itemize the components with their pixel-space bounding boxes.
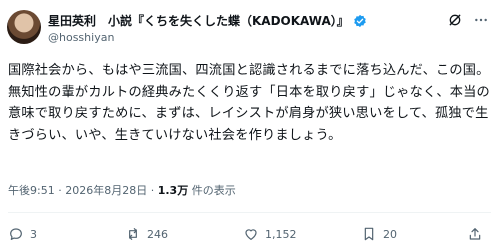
tweet-meta: 午後9:51 · 2026年8月28日 · 1.3万 件の表示 [8,182,236,198]
tweet-date[interactable]: 2026年8月28日 [65,184,147,197]
bookmark-icon [364,227,374,241]
tweet-top-actions [447,12,489,28]
bookmark-button[interactable]: 20 [361,226,397,242]
like-icon [245,229,257,240]
verified-badge-icon [354,14,366,27]
meta-separator: · [54,184,66,197]
more-icon[interactable] [473,12,489,28]
avatar[interactable] [7,10,41,44]
repost-icon [129,228,137,240]
grok-icon[interactable] [447,12,463,28]
repost-count: 246 [147,227,168,241]
like-button[interactable]: 1,152 [243,226,297,242]
action-bar: 3 246 1,152 20 [8,226,491,246]
share-button[interactable] [467,226,483,242]
views-label: 件の表示 [188,184,236,197]
reply-count: 3 [30,227,37,241]
divider [8,212,491,213]
author-handle[interactable]: @hosshiyan [48,31,114,44]
author-name-row: 星田英利 小説『くちを失くした蝶（KADOKAWA）』 [48,12,367,29]
author-display-name[interactable]: 星田英利 小説『くちを失くした蝶（KADOKAWA）』 [48,12,349,29]
reply-button[interactable]: 3 [8,226,37,242]
reply-icon [10,228,22,240]
share-icon [469,228,481,240]
like-count: 1,152 [265,227,297,241]
tweet-text: 国際社会から、もはや三流国、四流国と認識されるまでに落ち込んだ、この国。無知性の… [8,63,490,144]
repost-button[interactable]: 246 [125,226,168,242]
views-count[interactable]: 1.3万 [158,184,189,197]
bookmark-count: 20 [383,227,397,241]
meta-separator: · [147,184,158,197]
tweet-time[interactable]: 午後9:51 [8,184,55,197]
